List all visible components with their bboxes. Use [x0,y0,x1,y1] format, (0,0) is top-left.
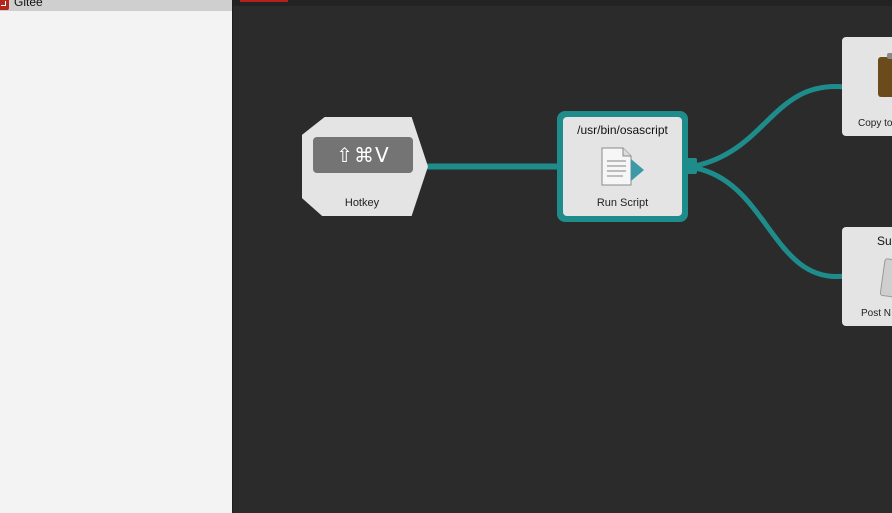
clipboard-icon [878,53,892,97]
copy-to-clipboard-node[interactable]: Copy to [842,37,892,136]
output-connector[interactable] [685,158,697,174]
post-notification-node[interactable]: Su Post N [842,227,892,326]
copy-to-clipboard-label: Copy to [858,118,892,129]
run-script-node[interactable]: /usr/bin/osascript Run Script [557,111,697,222]
post-notification-title: Su [877,234,892,248]
hotkey-combo: ⇧⌘V [313,137,413,173]
hotkey-node[interactable]: ⇧⌘V Hotkey [302,117,428,216]
run-script-body: /usr/bin/osascript Run Script [563,117,682,216]
connection-script-to-copy [694,84,846,169]
sidebar-item-gitee[interactable]: Gitee [0,0,232,11]
post-notification-label: Post N [861,308,892,319]
connections [423,84,846,279]
gitee-icon [0,0,9,10]
notification-icon [879,257,892,301]
hotkey-label: Hotkey [344,197,380,209]
run-script-label: Run Script [596,197,649,209]
connection-script-to-notification [694,165,846,279]
run-script-title: /usr/bin/osascript [577,123,668,137]
workflow-canvas[interactable]: ⇧⌘V Hotkey /usr/bin/osascript Run Script… [233,0,892,513]
script-document-icon [601,147,644,186]
sidebar: Gitee [0,0,233,513]
sidebar-item-label: Gitee [14,0,43,9]
